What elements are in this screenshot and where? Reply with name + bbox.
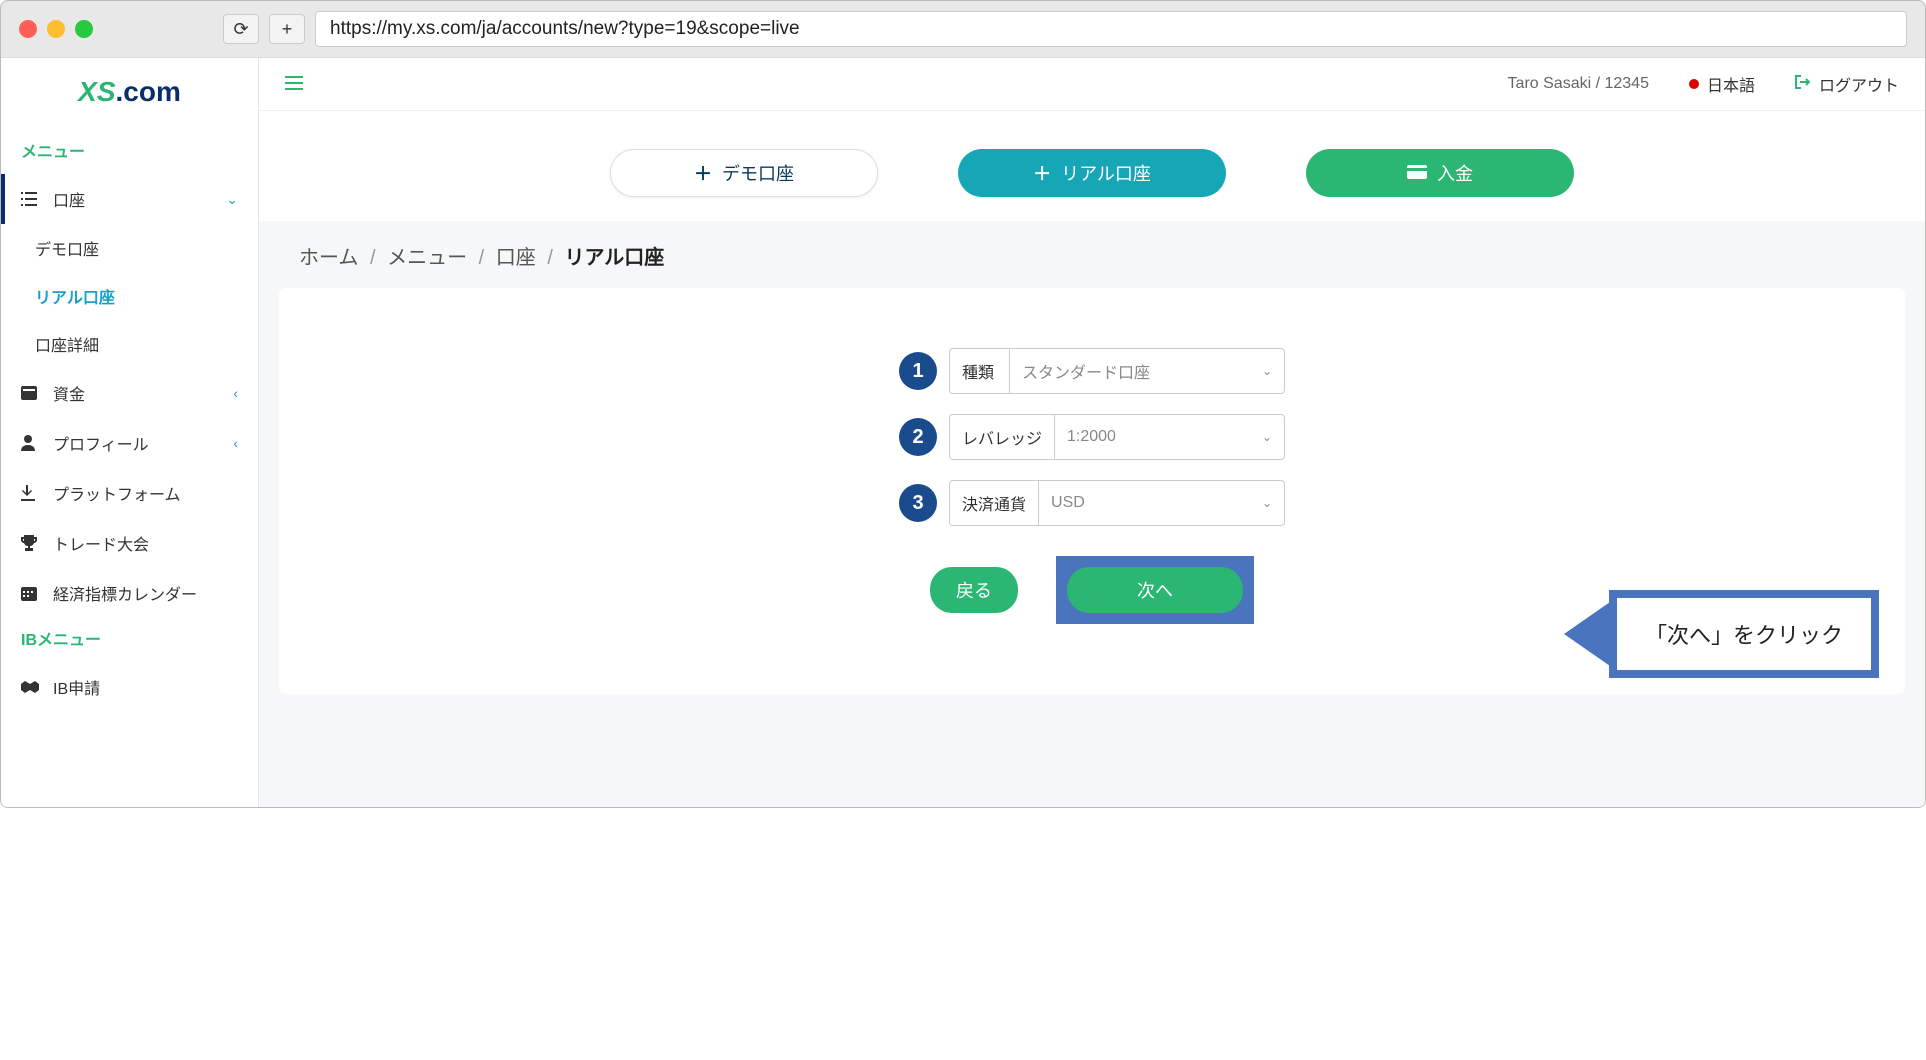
- close-dot[interactable]: [19, 20, 37, 38]
- minimize-dot[interactable]: [47, 20, 65, 38]
- chevron-down-icon: ⌄: [1262, 430, 1272, 444]
- callout-arrow-icon: [1564, 602, 1610, 666]
- breadcrumb-separator: /: [370, 247, 376, 269]
- sidebar-item-trade-contest[interactable]: トレード大会: [1, 518, 258, 568]
- sidebar-item-label: IB申請: [53, 675, 238, 699]
- breadcrumb-separator: /: [547, 247, 553, 269]
- deposit-button[interactable]: 入金: [1306, 149, 1574, 197]
- callout: 「次へ」をクリック: [1564, 590, 1879, 678]
- logout-icon: [1795, 75, 1811, 94]
- chevron-down-icon: ⌄: [1262, 364, 1272, 378]
- leverage-label: レバレッジ: [949, 414, 1054, 460]
- breadcrumb-menu[interactable]: メニュー: [387, 247, 467, 269]
- url-bar[interactable]: https://my.xs.com/ja/accounts/new?type=1…: [315, 11, 1907, 47]
- download-icon: [21, 485, 43, 501]
- hamburger-icon[interactable]: [285, 73, 303, 96]
- sidebar-item-label: 口座: [53, 187, 226, 211]
- calendar-icon: [21, 585, 43, 601]
- sidebar-item-accounts[interactable]: 口座 ⌄: [1, 174, 258, 224]
- chevron-down-icon: ⌄: [1262, 496, 1272, 510]
- sidebar-item-label: プロフィール: [53, 431, 233, 455]
- sidebar-subitem-account-detail[interactable]: 口座詳細: [1, 320, 258, 368]
- japan-flag-icon: [1689, 79, 1699, 89]
- topbar-user: Taro Sasaki / 12345: [1508, 75, 1649, 93]
- window-controls: [19, 20, 93, 38]
- sidebar-subitem-live-account[interactable]: リアル口座: [1, 272, 258, 320]
- currency-value: USD: [1051, 494, 1085, 512]
- language-selector[interactable]: 日本語: [1689, 72, 1755, 96]
- sidebar-item-funds[interactable]: 資金 ‹: [1, 368, 258, 418]
- sidebar-item-label: トレード大会: [53, 531, 238, 555]
- main-area: Taro Sasaki / 12345 日本語 ログアウト ＋ デモ口座: [259, 58, 1925, 807]
- sidebar-item-label: 資金: [53, 381, 233, 405]
- ib-menu-section-title: IBメニュー: [1, 618, 258, 662]
- handshake-icon: [21, 681, 43, 693]
- breadcrumb-current: リアル口座: [564, 247, 664, 269]
- form-row-type: 1 種類 スタンダード口座 ⌄: [899, 348, 1285, 394]
- form-card: 1 種類 スタンダード口座 ⌄ 2 レバレッジ: [279, 288, 1905, 694]
- logout-label: ログアウト: [1819, 72, 1899, 96]
- logout-button[interactable]: ログアウト: [1795, 72, 1899, 96]
- live-account-button[interactable]: ＋ リアル口座: [958, 149, 1226, 197]
- action-pill-row: ＋ デモ口座 ＋ リアル口座 入金: [259, 111, 1925, 221]
- breadcrumb-accounts[interactable]: 口座: [496, 247, 536, 269]
- type-select[interactable]: スタンダード口座 ⌄: [1009, 348, 1285, 394]
- currency-select[interactable]: USD ⌄: [1038, 480, 1285, 526]
- demo-account-label: デモ口座: [722, 160, 794, 186]
- card-icon: [1407, 163, 1427, 184]
- type-value: スタンダード口座: [1022, 359, 1150, 383]
- sidebar-subitem-demo-account[interactable]: デモ口座: [1, 224, 258, 272]
- next-button[interactable]: 次へ: [1067, 567, 1243, 613]
- breadcrumb-home[interactable]: ホーム: [299, 247, 358, 269]
- callout-text: 「次へ」をクリック: [1609, 590, 1879, 678]
- chevron-left-icon: ‹: [233, 435, 238, 451]
- plus-icon: ＋: [694, 160, 712, 186]
- sidebar-item-profile[interactable]: プロフィール ‹: [1, 418, 258, 468]
- sidebar-item-label: プラットフォーム: [53, 481, 238, 505]
- trophy-icon: [21, 535, 43, 551]
- sidebar-item-eco-calendar[interactable]: 経済指標カレンダー: [1, 568, 258, 618]
- maximize-dot[interactable]: [75, 20, 93, 38]
- next-button-highlight: 次へ: [1056, 556, 1254, 624]
- step-badge-3: 3: [899, 484, 937, 522]
- sidebar-item-ib-apply[interactable]: IB申請: [1, 662, 258, 712]
- logo-com: .com: [116, 76, 181, 107]
- menu-section-title: メニュー: [1, 130, 258, 174]
- currency-label: 決済通貨: [949, 480, 1038, 526]
- step-badge-2: 2: [899, 418, 937, 456]
- leverage-value: 1:2000: [1067, 428, 1116, 446]
- chevron-left-icon: ‹: [233, 385, 238, 401]
- list-icon: [21, 192, 43, 206]
- wallet-icon: [21, 386, 43, 400]
- reload-button[interactable]: ⟳: [223, 14, 259, 44]
- sidebar-item-platform[interactable]: プラットフォーム: [1, 468, 258, 518]
- topbar: Taro Sasaki / 12345 日本語 ログアウト: [259, 58, 1925, 111]
- live-account-label: リアル口座: [1061, 160, 1151, 186]
- breadcrumb-separator: /: [479, 247, 485, 269]
- logo-xs: XS: [78, 76, 115, 107]
- back-button[interactable]: 戻る: [930, 567, 1018, 613]
- chevron-down-icon: ⌄: [226, 191, 238, 208]
- sidebar-item-label: 経済指標カレンダー: [53, 581, 238, 605]
- new-tab-button[interactable]: +: [269, 14, 305, 44]
- form-row-currency: 3 決済通貨 USD ⌄: [899, 480, 1285, 526]
- step-badge-1: 1: [899, 352, 937, 390]
- type-label: 種類: [949, 348, 1009, 394]
- sidebar: XS.com メニュー 口座 ⌄ デモ口座 リアル口座 口座詳細 資金 ‹: [1, 58, 259, 807]
- deposit-label: 入金: [1437, 160, 1473, 186]
- breadcrumb: ホーム / メニュー / 口座 / リアル口座: [259, 221, 1925, 288]
- user-icon: [21, 435, 43, 451]
- form-row-leverage: 2 レバレッジ 1:2000 ⌄: [899, 414, 1285, 460]
- demo-account-button[interactable]: ＋ デモ口座: [610, 149, 878, 197]
- leverage-select[interactable]: 1:2000 ⌄: [1054, 414, 1285, 460]
- language-label: 日本語: [1707, 72, 1755, 96]
- logo: XS.com: [1, 76, 258, 130]
- plus-icon: ＋: [1033, 160, 1051, 186]
